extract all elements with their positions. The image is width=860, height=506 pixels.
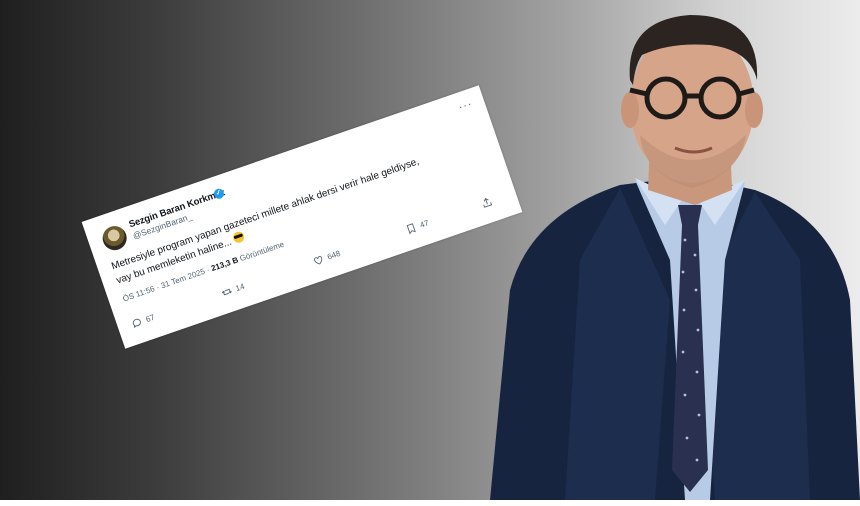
retweet-button[interactable]: 14 [220,281,246,299]
background: Sezgin Baran Korkmaz ✓ @SezginBaran_ ···… [0,0,860,500]
more-icon[interactable]: ··· [457,98,474,114]
avatar[interactable] [99,222,130,254]
share-icon [483,198,493,208]
sunglasses-emoji-icon [231,230,246,245]
like-button[interactable]: 648 [312,248,342,268]
retweet-icon [221,288,232,296]
reply-count: 67 [144,312,156,325]
share-button[interactable] [480,196,494,210]
views-count: 213,3 B [210,255,240,274]
person-photo [490,15,860,500]
like-count: 648 [326,248,342,262]
like-icon [314,256,323,265]
reply-button[interactable]: 67 [130,312,156,330]
bookmark-count: 47 [418,218,431,230]
tweet-card: Sezgin Baran Korkmaz ✓ @SezginBaran_ ···… [81,85,523,349]
bookmark-button[interactable]: 47 [404,217,430,235]
reply-icon [132,318,141,329]
retweet-count: 14 [234,281,246,294]
bookmark-icon [406,223,416,235]
bottom-strip [0,500,860,506]
